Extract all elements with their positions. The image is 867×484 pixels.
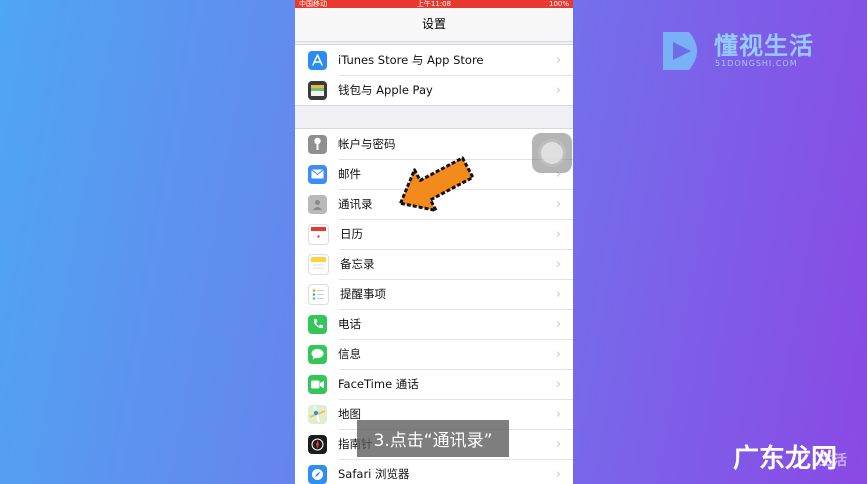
watermark-logo: 懂视生活 51DONGSHI.COM <box>659 26 839 78</box>
wallet-icon <box>308 80 327 100</box>
settings-row-label: 钱包与 Apple Pay <box>338 83 433 97</box>
page-title: 设置 <box>421 17 446 31</box>
settings-row-wallet[interactable]: 钱包与 Apple Pay › <box>295 75 573 105</box>
settings-row-label: iTunes Store 与 App Store <box>338 53 484 67</box>
settings-group-store: iTunes Store 与 App Store › 钱包与 Apple Pay… <box>295 44 573 106</box>
assistive-touch-button[interactable] <box>532 133 572 173</box>
status-bar: 中国移动 上午11:08 100% <box>295 0 573 8</box>
watermark-name: 懂视生活 <box>714 32 814 60</box>
chevron-right-icon: › <box>555 466 561 482</box>
key-icon <box>308 134 327 154</box>
clock-label: 上午11:08 <box>416 0 452 8</box>
chevron-right-icon: › <box>555 52 561 68</box>
chevron-right-icon: › <box>555 286 561 302</box>
assistive-touch-icon <box>541 142 563 164</box>
settings-row-calendar[interactable]: 日历 › <box>295 219 573 249</box>
app-store-icon <box>308 50 327 70</box>
messages-icon <box>308 344 327 364</box>
chevron-right-icon: › <box>555 196 561 212</box>
settings-row-label: 提醒事项 <box>340 287 386 301</box>
chevron-right-icon: › <box>555 226 561 242</box>
phone-screen: 中国移动 上午11:08 100% 设置 iTunes Store 与 App … <box>295 0 573 484</box>
settings-row-messages[interactable]: 信息 › <box>295 339 573 369</box>
phone-icon <box>308 314 327 334</box>
settings-row-label: 信息 <box>338 347 361 361</box>
chevron-right-icon: › <box>555 376 561 392</box>
settings-row-notes[interactable]: 备忘录 › <box>295 249 573 279</box>
battery-label: 100% <box>548 0 569 8</box>
settings-row-app-store[interactable]: iTunes Store 与 App Store › <box>295 45 573 75</box>
maps-icon <box>308 404 327 424</box>
safari-icon <box>308 464 327 484</box>
contacts-icon <box>308 194 327 214</box>
compass-icon <box>308 434 327 454</box>
chevron-right-icon: › <box>555 436 561 452</box>
watermark-url: 51DONGSHI.COM <box>715 59 798 68</box>
notes-icon <box>308 253 329 275</box>
settings-row-label: 电话 <box>338 317 361 331</box>
step-caption: 3.点击“通讯录” <box>357 420 509 457</box>
reminders-icon <box>308 283 329 305</box>
settings-row-safari[interactable]: Safari 浏览器 › <box>295 459 573 484</box>
facetime-icon <box>308 374 327 394</box>
mail-icon <box>308 164 327 184</box>
chevron-right-icon: › <box>555 256 561 272</box>
settings-row-phone[interactable]: 电话 › <box>295 309 573 339</box>
chevron-right-icon: › <box>555 316 561 332</box>
chevron-right-icon: › <box>555 346 561 362</box>
settings-row-facetime[interactable]: FaceTime 通话 › <box>295 369 573 399</box>
chevron-right-icon: › <box>555 406 561 422</box>
settings-row-label: FaceTime 通话 <box>338 377 419 391</box>
settings-row-reminders[interactable]: 提醒事项 › <box>295 279 573 309</box>
settings-row-label: 日历 <box>340 227 363 241</box>
settings-row-label: Safari 浏览器 <box>338 467 410 481</box>
calendar-icon <box>308 223 329 245</box>
caption-text: 3.点击“通讯录” <box>373 431 493 451</box>
chevron-right-icon: › <box>555 82 561 98</box>
arrow-pointer-icon <box>399 156 475 212</box>
settings-row-label: 备忘录 <box>340 257 375 271</box>
play-logo-icon <box>663 32 697 70</box>
nav-bar: 设置 <box>295 8 573 42</box>
corner-watermark-sub: 生活 <box>819 453 847 469</box>
